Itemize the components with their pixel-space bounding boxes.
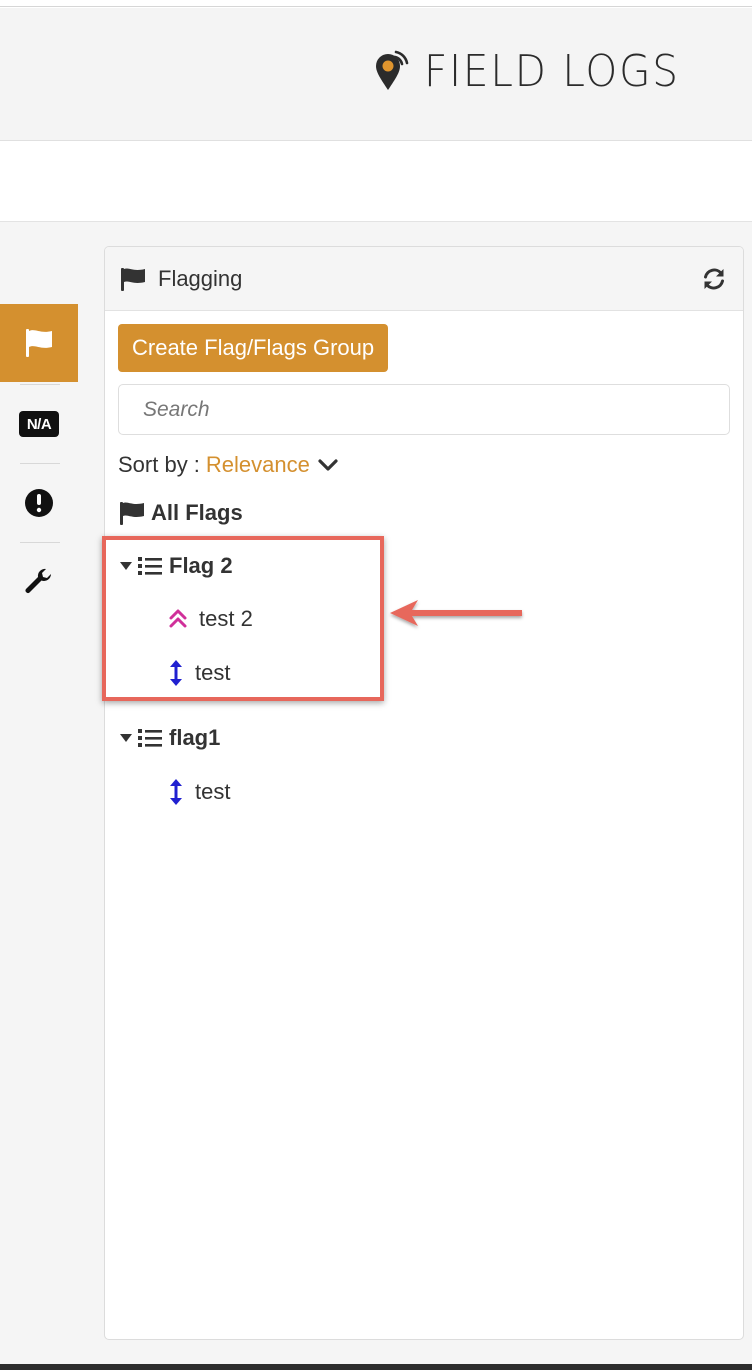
list-icon — [138, 729, 162, 747]
sidebar-item-na[interactable]: N/A — [0, 385, 78, 463]
refresh-button[interactable] — [700, 265, 728, 293]
flag-icon — [121, 267, 145, 291]
annotation-arrow-icon — [390, 600, 522, 626]
refresh-icon — [704, 267, 724, 290]
sidebar-item-flagging[interactable] — [0, 304, 78, 382]
na-badge-icon: N/A — [19, 411, 59, 437]
all-flags-label: All Flags — [151, 500, 243, 525]
panel-title: Flagging — [158, 265, 243, 291]
sidebar: N/A — [0, 222, 80, 1364]
flag-group-name: flag1 — [169, 725, 221, 750]
main-area: Flagging Create Flag/Flags Group Sort by… — [80, 222, 752, 1364]
fieldlogs-logo[interactable]: FIELD LOGS — [374, 46, 702, 97]
sidebar-item-tools[interactable] — [0, 543, 78, 621]
create-flag-group-button[interactable]: Create Flag/Flags Group — [118, 324, 389, 372]
search-input[interactable] — [118, 384, 730, 435]
top-border — [0, 0, 752, 7]
sidebar-item-alerts[interactable] — [0, 464, 78, 542]
panel-header: Flagging — [105, 247, 743, 311]
flag-icon — [120, 502, 144, 525]
location-pin-icon — [375, 50, 409, 90]
chevron-down-icon[interactable] — [318, 458, 338, 472]
all-flags-item[interactable]: All Flags — [119, 500, 243, 526]
sort-control: Sort by : Relevance — [118, 452, 338, 478]
app-header: FIELD LOGS — [0, 8, 752, 141]
flag-group[interactable]: flag1 — [119, 725, 220, 751]
sort-label: Sort by : — [118, 452, 200, 477]
sub-toolbar — [0, 142, 752, 222]
sort-value[interactable]: Relevance — [206, 452, 310, 478]
exclamation-icon — [25, 489, 53, 517]
flag-icon — [26, 329, 52, 357]
wrench-icon — [25, 568, 51, 593]
logo-text: FIELD LOGS — [423, 46, 680, 97]
flag-item[interactable]: test — [167, 778, 230, 806]
vertical-arrows-icon — [170, 779, 182, 805]
bottom-bar — [0, 1364, 752, 1370]
annotation-highlight-box — [102, 536, 384, 701]
flag-item-label: test — [195, 779, 231, 804]
flagging-panel: Flagging Create Flag/Flags Group Sort by… — [104, 246, 744, 1340]
caret-down-icon[interactable] — [119, 733, 133, 743]
